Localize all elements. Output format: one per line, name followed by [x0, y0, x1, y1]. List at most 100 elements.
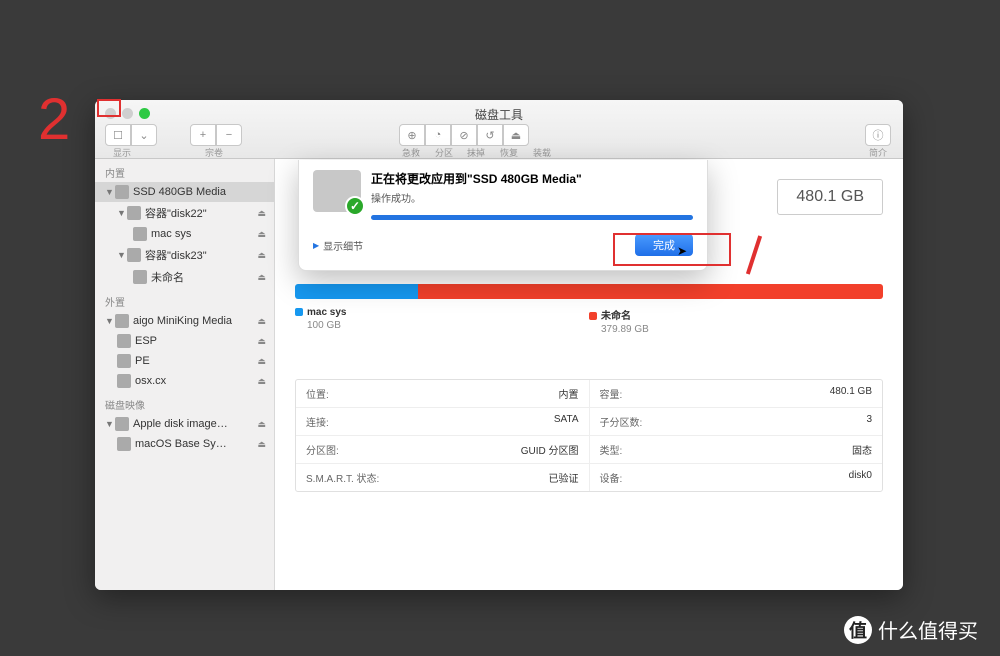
volume-remove-button[interactable]: −	[216, 124, 242, 146]
unmount-button[interactable]: ⏏	[503, 124, 529, 146]
info-key: 容量:	[600, 386, 623, 401]
annotation-number: 2	[38, 86, 70, 153]
eject-icon[interactable]: ⏏	[257, 208, 266, 219]
eject-icon[interactable]: ⏏	[257, 272, 266, 283]
legend-size: 100 GB	[307, 320, 589, 331]
toolbar-label: 恢复	[500, 146, 518, 159]
info-table: 位置:内置 容量:480.1 GB 连接:SATA 子分区数:3 分区图:GUI…	[295, 379, 883, 492]
legend-name: 未命名	[601, 311, 631, 322]
eject-icon[interactable]: ⏏	[257, 439, 266, 450]
info-button[interactable]: ⓘ	[865, 124, 891, 146]
volume-icon	[117, 374, 131, 388]
sidebar-item[interactable]: macOS Base Sy… ⏏	[95, 434, 274, 454]
annotation-box	[613, 233, 731, 266]
partition-segment	[295, 284, 418, 299]
eject-icon[interactable]: ⏏	[257, 356, 266, 367]
sidebar-item[interactable]: osx.cx ⏏	[95, 371, 274, 391]
partition-button[interactable]: ◔	[425, 124, 451, 146]
volume-icon	[133, 227, 147, 241]
watermark-text: 什么值得买	[878, 615, 978, 644]
first-aid-button[interactable]: ⊕	[399, 124, 425, 146]
view-menu-button[interactable]: ⌄	[131, 124, 157, 146]
sidebar-item[interactable]: ▼容器"disk23"⏏	[95, 244, 274, 266]
sidebar-item-label: macOS Base Sy…	[135, 438, 227, 450]
volume-icon	[133, 270, 147, 284]
disk-icon: ✓	[313, 170, 361, 212]
table-row: S.M.A.R.T. 状态: 已验证 设备: disk0	[296, 464, 882, 491]
info-value: disk0	[849, 470, 872, 485]
sidebar-item[interactable]: ESP ⏏	[95, 331, 274, 351]
eject-icon[interactable]: ⏏	[257, 419, 266, 430]
toolbar-label: 急救	[402, 146, 420, 159]
info-key: 类型:	[600, 442, 623, 457]
sidebar-toggle-button[interactable]: ☐	[105, 124, 131, 146]
sidebar-item-label: aigo MiniKing Media	[133, 315, 232, 327]
sidebar-item[interactable]: PE ⏏	[95, 351, 274, 371]
info-key: 设备:	[600, 470, 623, 485]
sidebar-item-label: 容器"disk23"	[145, 247, 207, 263]
annotation-box	[97, 99, 121, 117]
titlebar: 磁盘工具 ☐ ⌄ 显示 + − 宗卷 ⊕ ◔ ⊘ ↺ ⏏ 急救 分区 抹掉 恢复…	[95, 100, 903, 159]
sidebar-item-label: SSD 480GB Media	[133, 186, 226, 198]
eject-icon[interactable]: ⏏	[257, 316, 266, 327]
sidebar-item-label: 未命名	[151, 269, 184, 285]
partition-legend: mac sys 100 GB 未命名 379.89 GB	[295, 307, 883, 335]
sidebar-item-label: Apple disk image…	[133, 418, 228, 430]
volume-icon	[117, 334, 131, 348]
sidebar-item-label: osx.cx	[135, 375, 166, 387]
dialog-subtitle: 操作成功。	[371, 190, 693, 205]
volume-add-button[interactable]: +	[190, 124, 216, 146]
capacity-box: 480.1 GB	[777, 179, 883, 215]
sidebar-item[interactable]: 未命名 ⏏	[95, 266, 274, 288]
toolbar-label: 抹掉	[467, 146, 485, 159]
info-key: 分区图:	[306, 442, 339, 457]
eject-icon[interactable]: ⏏	[257, 250, 266, 261]
toolbar-label: 宗卷	[205, 146, 223, 159]
info-key: 连接:	[306, 414, 329, 429]
sidebar-section-external: 外置	[95, 288, 274, 311]
sidebar-item-ssd[interactable]: ▼SSD 480GB Media	[95, 182, 274, 202]
show-details-toggle[interactable]: 显示细节	[313, 238, 363, 253]
info-value: 已验证	[549, 470, 579, 485]
details-label: 显示细节	[323, 238, 363, 253]
checkmark-icon: ✓	[345, 196, 365, 216]
disk-icon	[115, 185, 129, 199]
sidebar-section-internal: 内置	[95, 159, 274, 182]
info-key: 位置:	[306, 386, 329, 401]
erase-button[interactable]: ⊘	[451, 124, 477, 146]
disk-icon	[115, 314, 129, 328]
info-value: 480.1 GB	[830, 386, 872, 401]
info-value: GUID 分区图	[521, 442, 579, 457]
table-row: 位置: 内置 容量: 480.1 GB	[296, 380, 882, 408]
legend-item: mac sys 100 GB	[295, 307, 589, 335]
sidebar: 内置 ▼SSD 480GB Media ▼容器"disk22"⏏ mac sys…	[95, 159, 275, 590]
info-key: S.M.A.R.T. 状态:	[306, 470, 379, 485]
toolbar-label: 装载	[533, 146, 551, 159]
eject-icon[interactable]: ⏏	[257, 336, 266, 347]
legend-item: 未命名 379.89 GB	[589, 307, 649, 335]
info-value: 固态	[852, 442, 872, 457]
partition-segment	[418, 284, 883, 299]
sidebar-item[interactable]: ▼aigo MiniKing Media⏏	[95, 311, 274, 331]
info-value: SATA	[554, 414, 579, 429]
sidebar-item[interactable]: ▼Apple disk image…⏏	[95, 414, 274, 434]
restore-button[interactable]: ↺	[477, 124, 503, 146]
info-value: 3	[866, 414, 872, 429]
table-row: 连接:SATA 子分区数:3	[296, 408, 882, 436]
info-value: 内置	[559, 386, 579, 401]
legend-name: mac sys	[307, 307, 346, 318]
sidebar-item-label: ESP	[135, 335, 157, 347]
dmg-icon	[115, 417, 129, 431]
dialog-title: 正在将更改应用到"SSD 480GB Media"	[371, 170, 693, 187]
sidebar-item[interactable]: ▼容器"disk22"⏏	[95, 202, 274, 224]
sidebar-item-label: PE	[135, 355, 150, 367]
eject-icon[interactable]: ⏏	[257, 229, 266, 240]
swatch-icon	[295, 308, 303, 316]
partition-bar	[295, 284, 883, 299]
swatch-icon	[589, 312, 597, 320]
sidebar-item[interactable]: mac sys⏏	[95, 224, 274, 244]
window-title: 磁盘工具	[95, 106, 903, 123]
volume-icon	[117, 437, 131, 451]
container-icon	[127, 248, 141, 262]
eject-icon[interactable]: ⏏	[257, 376, 266, 387]
